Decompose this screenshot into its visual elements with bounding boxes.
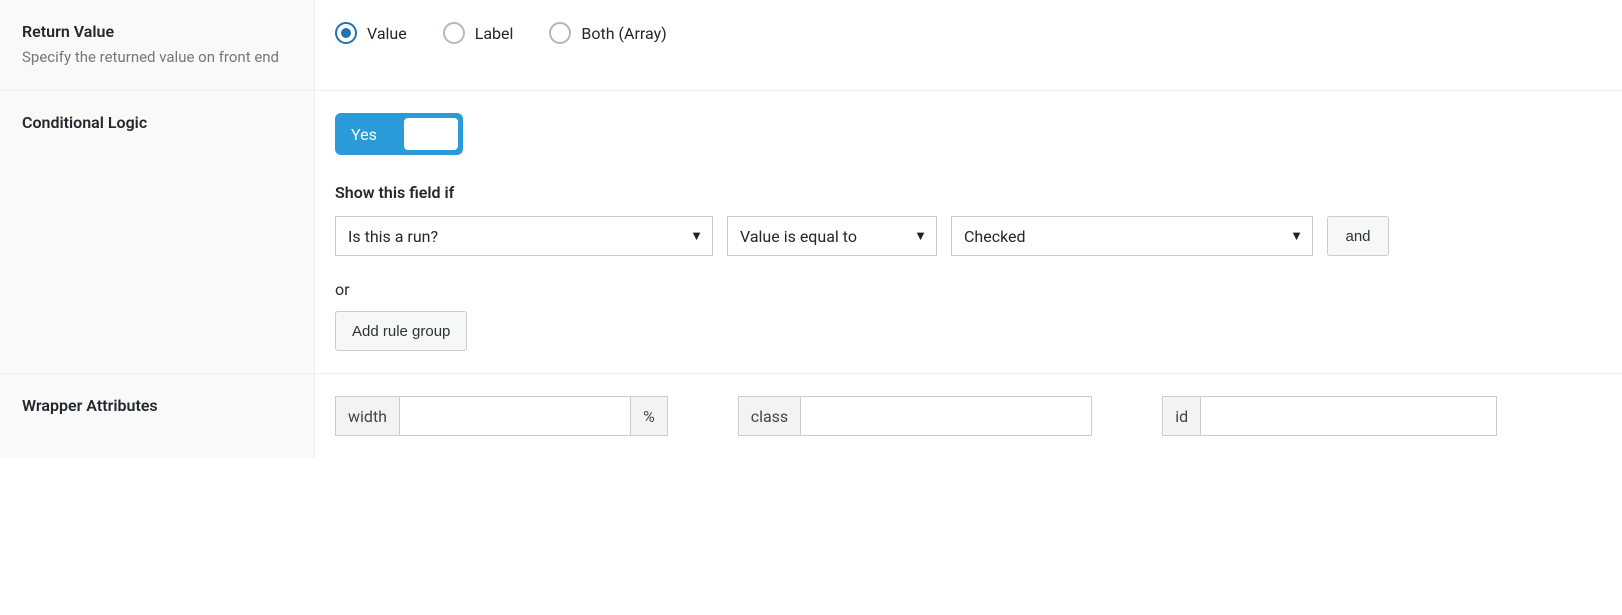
return-value-title: Return Value xyxy=(22,22,296,41)
radio-icon xyxy=(443,22,465,44)
wrapper-class-label: class xyxy=(739,397,801,435)
wrapper-class-group: class xyxy=(738,396,1092,436)
row-return-value: Return Value Specify the returned value … xyxy=(0,0,1622,90)
wrapper-title: Wrapper Attributes xyxy=(22,396,296,415)
radio-label: Value xyxy=(367,24,407,43)
rule-operator-value: Value is equal to xyxy=(740,227,857,246)
wrapper-width-group: width % xyxy=(335,396,668,436)
row-wrapper-attributes: Wrapper Attributes width % class id xyxy=(0,373,1622,458)
conditional-logic-title: Conditional Logic xyxy=(22,113,296,132)
return-value-radio-group: Value Label Both (Array) xyxy=(335,22,1602,44)
label-cell-conditional-logic: Conditional Logic xyxy=(0,91,315,373)
return-value-radio-value[interactable]: Value xyxy=(335,22,407,44)
conditional-logic-toggle[interactable]: Yes xyxy=(335,113,463,155)
rule-row: Is this a run? ▼ Value is equal to ▼ Che… xyxy=(335,216,1602,256)
input-cell-wrapper: width % class id xyxy=(315,374,1622,458)
toggle-knob xyxy=(404,118,458,150)
add-rule-group-button[interactable]: Add rule group xyxy=(335,311,467,351)
wrapper-width-label: width xyxy=(336,397,400,435)
show-if-heading: Show this field if xyxy=(335,183,1602,202)
rule-field-value: Is this a run? xyxy=(348,227,438,246)
rule-value-value: Checked xyxy=(964,227,1026,246)
wrapper-width-suffix: % xyxy=(630,397,667,435)
wrapper-id-label: id xyxy=(1163,397,1201,435)
wrapper-id-input[interactable] xyxy=(1201,397,1496,435)
wrapper-id-group: id xyxy=(1162,396,1497,436)
return-value-radio-label[interactable]: Label xyxy=(443,22,514,44)
and-button[interactable]: and xyxy=(1327,216,1389,256)
input-cell-conditional-logic: Yes Show this field if Is this a run? ▼ … xyxy=(315,91,1622,373)
input-cell-return-value: Value Label Both (Array) xyxy=(315,0,1622,90)
radio-icon xyxy=(549,22,571,44)
wrapper-attr-row: width % class id xyxy=(335,396,1602,436)
label-cell-return-value: Return Value Specify the returned value … xyxy=(0,0,315,90)
rule-field-select[interactable]: Is this a run? xyxy=(335,216,713,256)
wrapper-width-input[interactable] xyxy=(400,397,630,435)
return-value-description: Specify the returned value on front end xyxy=(22,47,296,68)
toggle-label: Yes xyxy=(351,125,377,144)
radio-label: Both (Array) xyxy=(581,24,666,43)
label-cell-wrapper: Wrapper Attributes xyxy=(0,374,315,458)
rule-value-select[interactable]: Checked xyxy=(951,216,1313,256)
rule-operator-select[interactable]: Value is equal to xyxy=(727,216,937,256)
wrapper-class-input[interactable] xyxy=(801,397,1091,435)
or-label: or xyxy=(335,280,1602,299)
row-conditional-logic: Conditional Logic Yes Show this field if… xyxy=(0,90,1622,373)
return-value-radio-both[interactable]: Both (Array) xyxy=(549,22,666,44)
radio-label: Label xyxy=(475,24,514,43)
radio-icon xyxy=(335,22,357,44)
